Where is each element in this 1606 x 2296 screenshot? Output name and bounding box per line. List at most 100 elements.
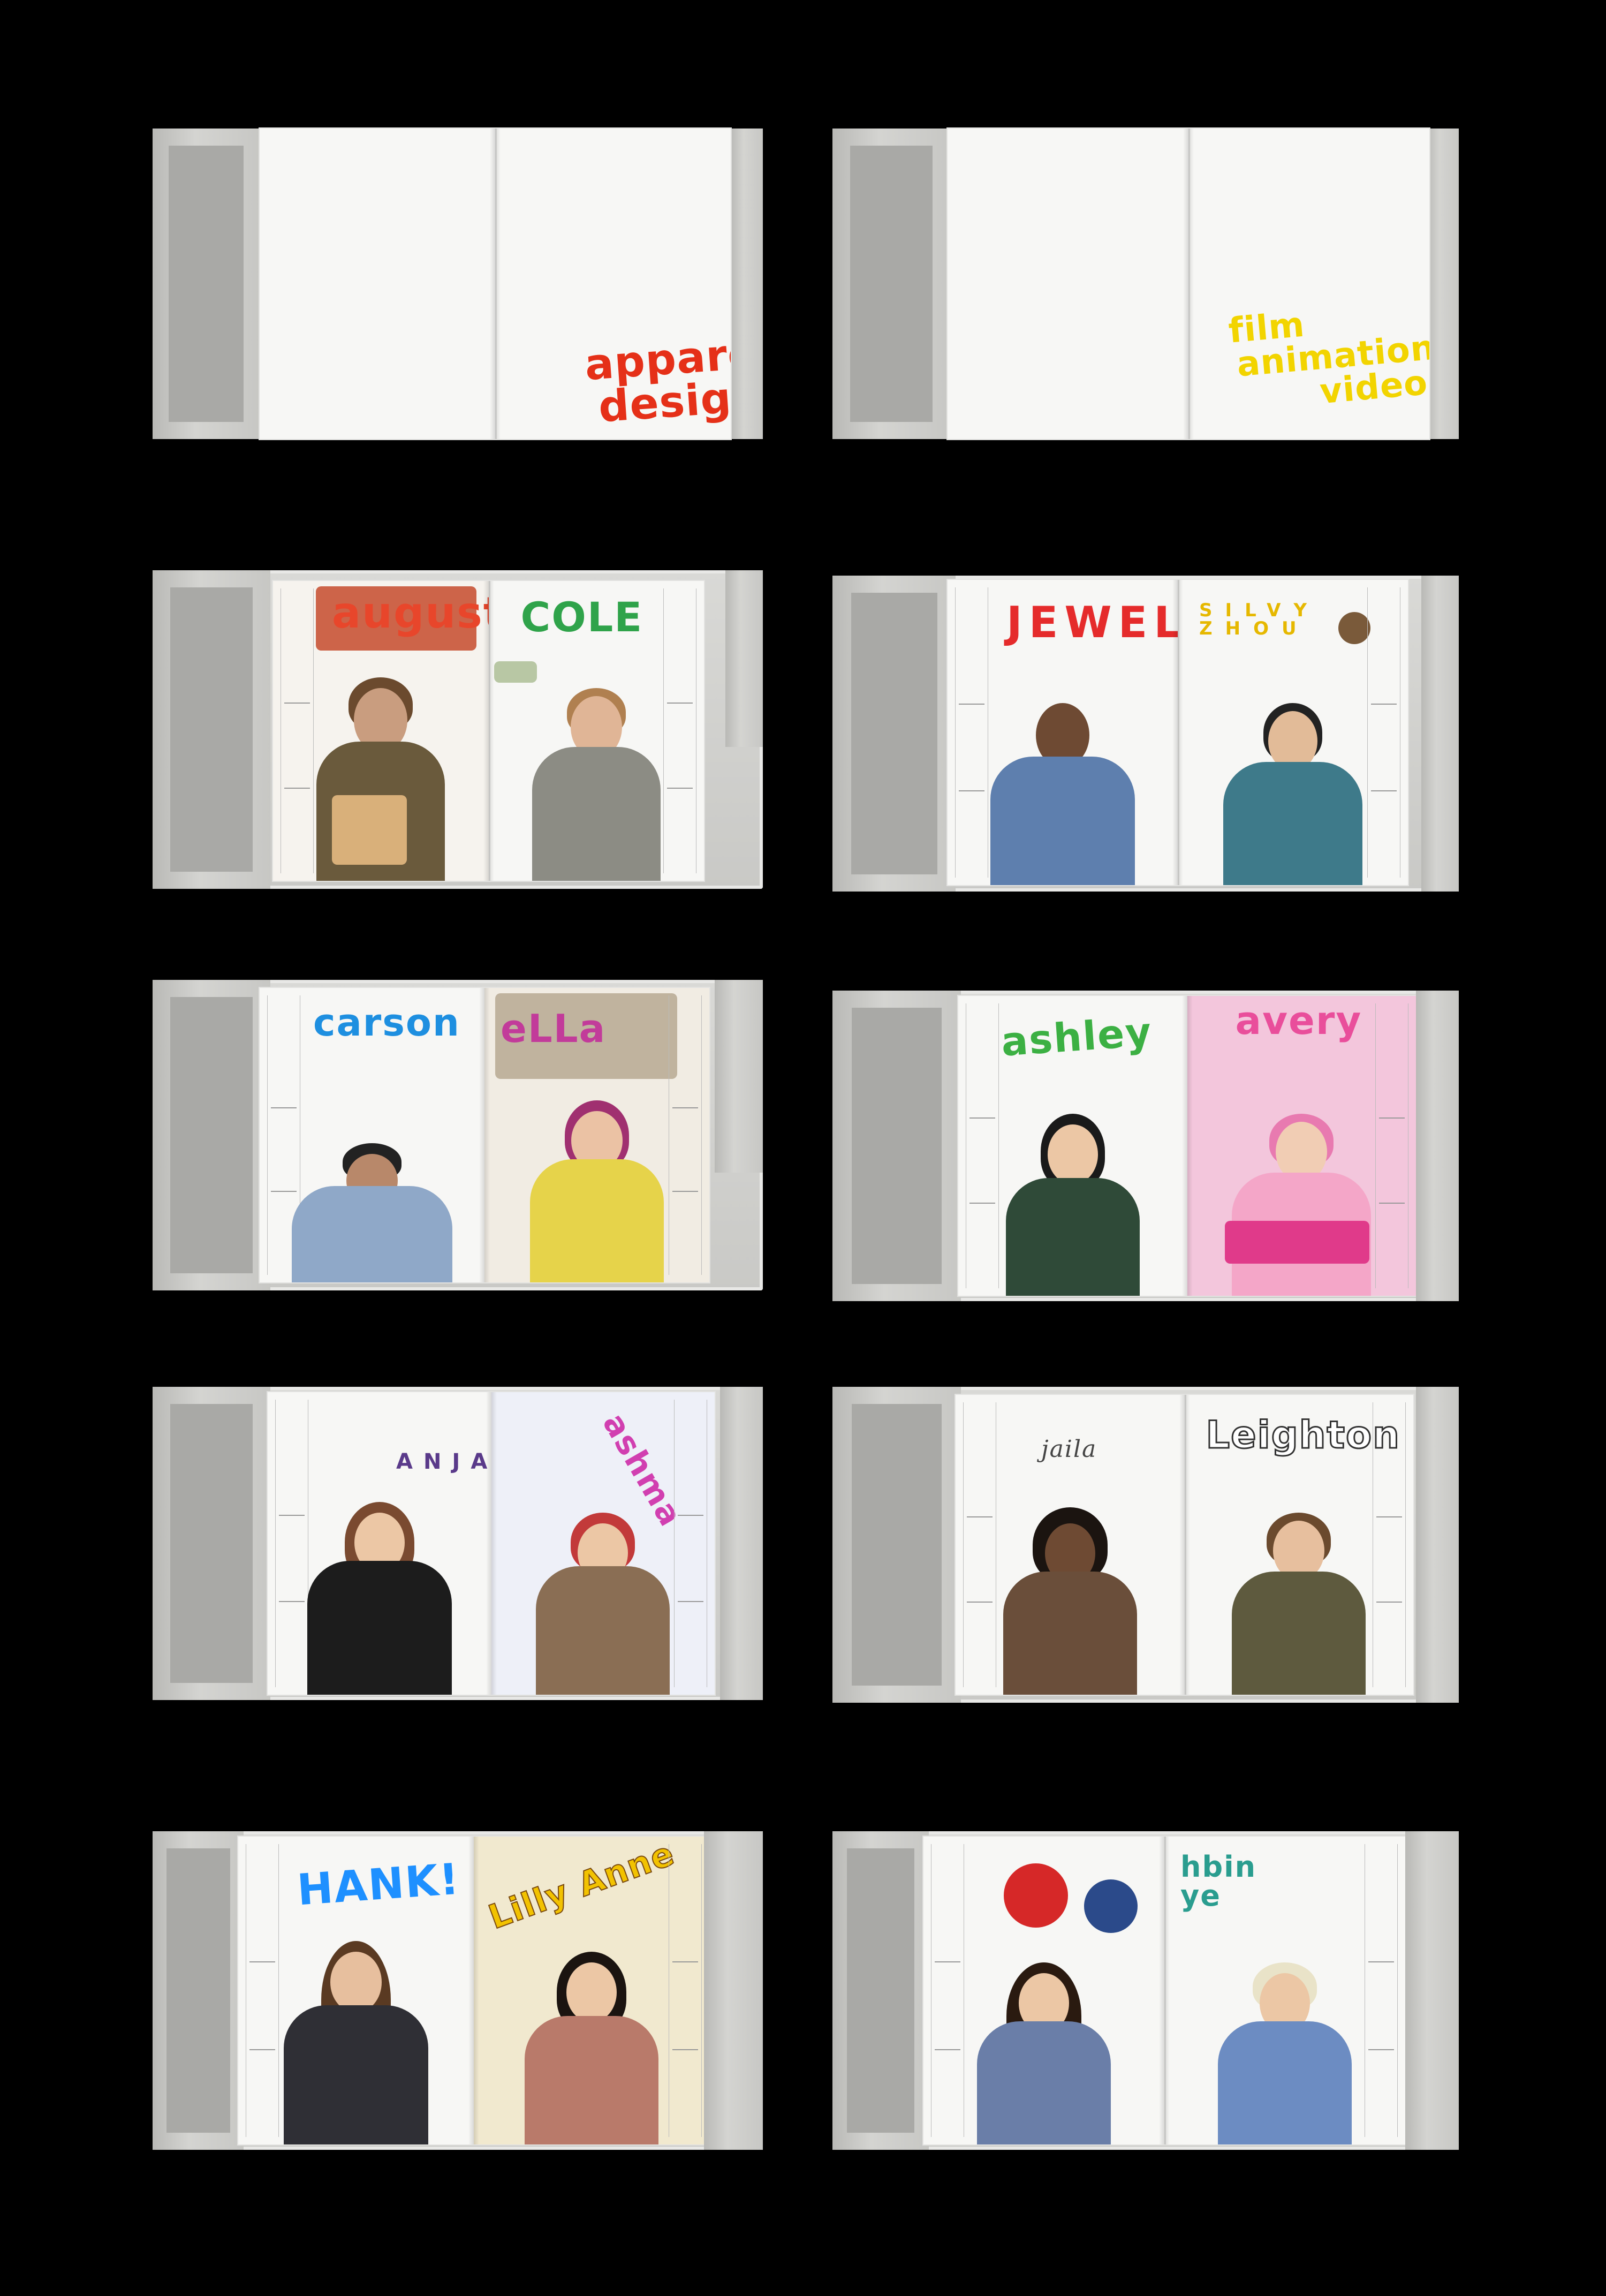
portrait-figure — [1229, 1491, 1368, 1695]
section-title-line: design — [596, 371, 731, 432]
left-page: HANK! — [238, 1837, 475, 2144]
case-flap-right — [704, 1831, 763, 2150]
info-sidebar — [663, 588, 696, 873]
gutter — [490, 129, 501, 439]
book-spread-carson-ella: carson eLLa — [153, 980, 763, 1290]
info-sidebar — [669, 1844, 702, 2137]
info-sidebar — [963, 1402, 996, 1687]
book-spread-ashley-avery: ashley avery — [832, 991, 1459, 1301]
gutter — [1183, 129, 1194, 439]
info-sidebar — [1365, 1844, 1398, 2137]
book-spread: film animation video — [948, 129, 1429, 439]
right-page: avery — [1187, 996, 1416, 1296]
right-page: ashma — [491, 1392, 715, 1695]
gutter — [1172, 580, 1183, 885]
name-title: ashley — [999, 1009, 1154, 1066]
case-flap-left — [832, 1831, 929, 2150]
info-sidebar — [281, 588, 314, 873]
book-spread: ANJA ashma — [268, 1392, 715, 1695]
gutter — [479, 988, 490, 1282]
book-spread: HANK! Lilly Anne — [238, 1837, 709, 2144]
name-title: carson — [313, 1001, 460, 1045]
section-title-line: video — [1318, 362, 1429, 412]
name-title: jaila — [1041, 1436, 1097, 1463]
case-flap-left — [153, 1387, 270, 1700]
name-title: august — [332, 588, 490, 638]
section-title: apparel design — [583, 327, 731, 432]
book-film-animation-video: film animation video — [832, 129, 1459, 439]
name-title: Leighton — [1205, 1413, 1400, 1457]
right-page: Lilly Anne — [474, 1837, 709, 2144]
right-page: hbin ye — [1164, 1837, 1405, 2144]
portrait-figure — [522, 1930, 661, 2144]
right-page: Leighton — [1185, 1395, 1414, 1695]
portrait-figure — [1229, 1092, 1374, 1296]
case-flap-left — [832, 576, 956, 892]
button-collage — [1004, 1863, 1068, 1928]
book-spread: jaila Leighton — [956, 1395, 1413, 1695]
left-page: ashley — [958, 996, 1189, 1296]
gutter — [486, 1392, 497, 1695]
portrait-figure — [988, 671, 1138, 885]
info-sidebar — [955, 587, 988, 878]
case-flap-right — [1405, 1831, 1459, 2150]
name-title: eLLa — [501, 1006, 607, 1051]
right-page: apparel design — [495, 129, 731, 439]
case-flap-right — [1416, 991, 1459, 1301]
portrait-figure — [1221, 682, 1365, 885]
portrait-figure — [533, 1491, 672, 1695]
case-flap-left — [832, 1387, 961, 1703]
name-title: JEWEL — [1006, 598, 1179, 647]
name-title: avery — [1235, 998, 1362, 1043]
book-spread: apparel design — [260, 129, 731, 439]
info-sidebar — [669, 995, 702, 1275]
right-page: SILVY ZHOU — [1178, 580, 1408, 885]
portrait-figure — [1003, 1092, 1142, 1296]
case-flap-right — [731, 129, 763, 439]
left-page — [923, 1837, 1166, 2144]
right-page: film animation video — [1188, 129, 1429, 439]
book-spread-jewel-silvy: JEWEL SILVY ZHOU — [832, 576, 1459, 892]
portrait-figure — [1001, 1491, 1140, 1695]
portrait-figure — [281, 1920, 431, 2144]
book-spread: august COLE — [273, 581, 704, 881]
gutter — [468, 1837, 479, 2144]
book-spread-anja-ashma: ANJA ashma — [153, 1387, 763, 1700]
info-sidebar — [674, 1400, 707, 1687]
button-collage — [1084, 1879, 1138, 1933]
portrait-figure — [529, 667, 663, 881]
portrait-figure — [527, 1079, 666, 1282]
case-flap-left — [153, 129, 260, 439]
info-sidebar — [275, 1400, 308, 1687]
info-sidebar — [966, 1003, 999, 1288]
book-spread: ashley avery — [958, 996, 1416, 1296]
case-flap-right — [725, 570, 763, 747]
name-title: SILVY ZHOU — [1199, 600, 1320, 639]
left-page: august — [273, 581, 490, 881]
book-spread: carson eLLa — [260, 988, 709, 1282]
book-spread: hbin ye — [923, 1837, 1405, 2144]
pink-machine — [1224, 1221, 1369, 1264]
left-page — [260, 129, 497, 439]
case-flap-left — [153, 570, 270, 889]
case-flap-left — [153, 980, 270, 1290]
case-flap-right — [720, 1387, 763, 1700]
book-spread-hbin-ye: hbin ye — [832, 1831, 1459, 2150]
name-title: HANK! — [296, 1854, 462, 1915]
gutter — [483, 581, 494, 881]
book-apparel-design: apparel design — [153, 129, 763, 439]
case-flap-left — [832, 129, 950, 439]
case-flap-right — [1427, 129, 1459, 439]
left-page — [948, 129, 1190, 439]
right-page: eLLa — [484, 988, 709, 1282]
left-page: JEWEL — [948, 580, 1179, 885]
section-title: film animation video — [1227, 297, 1429, 417]
name-title: hbin ye — [1180, 1850, 1257, 1913]
rock-collage — [1338, 612, 1370, 644]
name-title: Lilly Anne — [483, 1837, 680, 1937]
right-page: COLE — [489, 581, 704, 881]
info-sidebar — [246, 1844, 279, 2137]
left-page: jaila — [956, 1395, 1186, 1695]
portrait-figure — [974, 1941, 1113, 2144]
gutter — [1179, 1395, 1190, 1695]
